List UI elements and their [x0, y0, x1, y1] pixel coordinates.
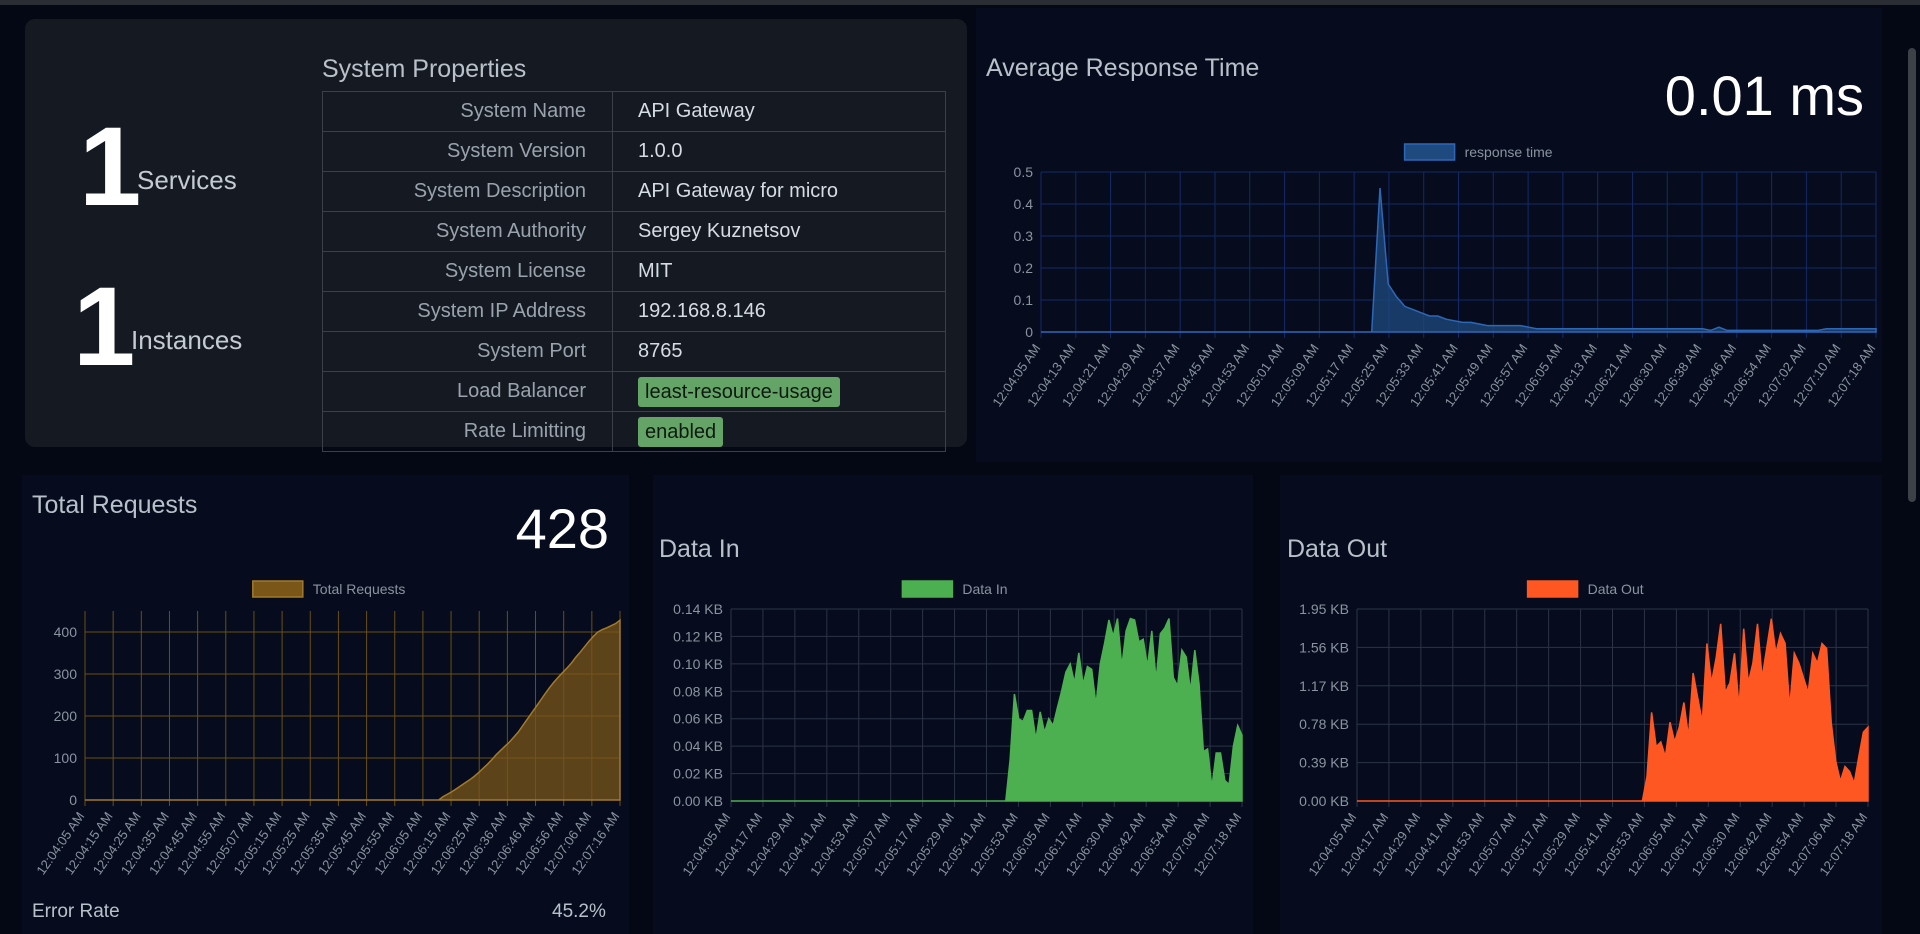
y-tick-label: 0.5: [1014, 164, 1034, 180]
property-key: Rate Limitting: [322, 411, 613, 452]
y-tick-label: 400: [54, 624, 78, 640]
y-tick-label: 1.17 KB: [1299, 678, 1349, 694]
system-properties-title: System Properties: [322, 55, 527, 83]
window-top-border: [0, 0, 1920, 5]
y-tick-label: 0.14 KB: [673, 601, 723, 617]
property-key: System Port: [322, 331, 613, 372]
property-value-cell: Sergey Kuznetsov: [612, 211, 946, 252]
legend-swatch: [252, 580, 304, 598]
y-tick-label: 0: [1025, 324, 1033, 340]
property-value-cell: 8765: [612, 331, 946, 372]
y-tick-label: 0.1: [1014, 292, 1034, 308]
data-out-card: Data Out 0.00 KB 0.39 KB 0.78 KB 1.17 KB 1.5…: [1280, 475, 1882, 934]
property-value-cell: enabled: [612, 411, 946, 452]
total-requests-chart: 010020030040012:04:05 AM12:04:15 AM12:04…: [33, 580, 622, 878]
property-row: System Name API Gateway: [322, 91, 946, 132]
chart-legend: response time: [1403, 143, 1553, 161]
data-out-chart: 0.00 KB 0.39 KB 0.78 KB 1.17 KB 1.56 KB 1.95 …: [1299, 580, 1870, 879]
chart-legend: Data In: [901, 580, 1008, 598]
response-time-chart: 00.10.20.30.40.512:04:05 AM12:04:13 AM12…: [989, 143, 1878, 410]
property-value-cell: MIT: [612, 251, 946, 292]
y-tick-label: 0.78 KB: [1299, 716, 1349, 732]
property-key: System License: [322, 251, 613, 292]
chart-legend: Total Requests: [252, 580, 406, 598]
y-tick-label: 0.04 KB: [673, 738, 723, 754]
property-row: System Port 8765: [322, 331, 946, 372]
legend-swatch: [901, 580, 954, 598]
system-properties-table: System Name API Gateway System Version 1.0.…: [322, 91, 946, 452]
property-key: System Description: [322, 171, 613, 212]
y-tick-label: 0.2: [1014, 260, 1034, 276]
property-row: System Authority Sergey Kuznetsov: [322, 211, 946, 252]
vertical-scrollbar[interactable]: [1908, 48, 1916, 502]
y-tick-label: 0.12 KB: [673, 628, 723, 644]
y-tick-label: 0.39 KB: [1299, 755, 1349, 771]
property-value-cell: API Gateway for micro: [612, 171, 946, 212]
property-row: System Version 1.0.0: [322, 131, 946, 172]
error-rate-value: 45.2%: [552, 901, 606, 922]
instances-label: Instances: [131, 325, 243, 355]
property-key: System Version: [322, 131, 613, 172]
property-key: Load Balancer: [322, 371, 613, 412]
y-tick-label: 0.08 KB: [673, 683, 723, 699]
property-key: System Name: [322, 91, 613, 132]
legend-label: response time: [1465, 144, 1553, 160]
y-tick-label: 0.02 KB: [673, 766, 723, 782]
status-badge: enabled: [638, 416, 724, 447]
y-tick-label: 0.00 KB: [1299, 793, 1349, 809]
property-value-cell: 1.0.0: [612, 131, 946, 172]
property-value-cell: least-resource-usage: [612, 371, 946, 412]
series-area: [85, 618, 621, 801]
y-tick-label: 1.95 KB: [1299, 601, 1349, 617]
chart-legend: Data Out: [1526, 580, 1644, 598]
property-row: Rate Limitting enabled: [322, 411, 946, 452]
y-tick-label: 0.3: [1014, 228, 1034, 244]
y-tick-label: 0.10 KB: [673, 656, 723, 672]
data-in-card: Data In 0.00 KB 0.02 KB 0.04 KB 0.06 KB 0.08…: [653, 475, 1253, 934]
status-badge: least-resource-usage: [638, 376, 840, 407]
y-tick-label: 0.4: [1014, 196, 1034, 212]
legend-swatch: [1526, 580, 1579, 598]
response-time-card: Average Response Time 0.01 ms 0 0.1 0.2 0.3…: [976, 8, 1882, 462]
total-requests-card: Total Requests 428 0 100 200 300 400 12:04:05…: [22, 475, 629, 934]
y-tick-label: 100: [54, 750, 78, 766]
chart-grid: [1040, 171, 1877, 338]
legend-label: Total Requests: [313, 581, 406, 597]
property-row: System Description API Gateway for micro: [322, 171, 946, 212]
property-row: System IP Address 192.168.8.146: [322, 291, 946, 332]
property-row: Load Balancer least-resource-usage: [322, 371, 946, 412]
property-value-cell: API Gateway: [612, 91, 946, 132]
legend-swatch: [1403, 143, 1456, 161]
legend-label: Data Out: [1588, 581, 1644, 597]
y-tick-label: 0.06 KB: [673, 711, 723, 727]
y-tick-label: 0: [69, 792, 77, 808]
y-tick-label: 300: [54, 666, 78, 682]
error-rate-label: Error Rate: [32, 901, 120, 922]
y-tick-label: 200: [54, 708, 78, 724]
y-tick-label: 0.00 KB: [673, 793, 723, 809]
services-label: Services: [137, 165, 237, 195]
y-tick-label: 1.56 KB: [1299, 639, 1349, 655]
instances-count: 1: [73, 264, 136, 389]
property-key: System Authority: [322, 211, 613, 252]
property-value-cell: 192.168.8.146: [612, 291, 946, 332]
property-key: System IP Address: [322, 291, 613, 332]
system-summary-card: 1 Services 1 Instances System Properties…: [25, 19, 967, 452]
property-row: System License MIT: [322, 251, 946, 292]
services-count: 1: [79, 104, 142, 229]
data-in-chart: 0.00 KB 0.02 KB 0.04 KB 0.06 KB 0.08 KB 0.10 …: [673, 580, 1244, 879]
legend-label: Data In: [962, 581, 1007, 597]
